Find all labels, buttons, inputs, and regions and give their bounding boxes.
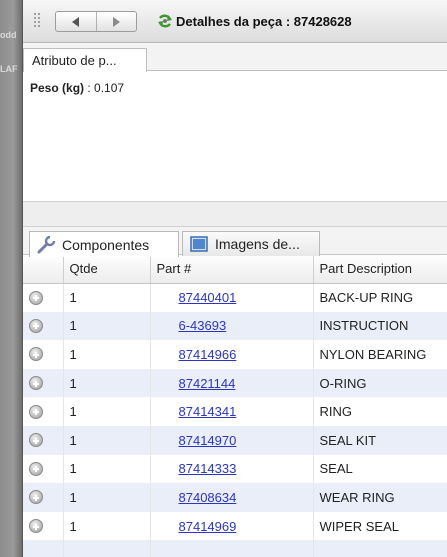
table-row[interactable]: 1 87414341 RING — [23, 397, 447, 426]
part-number-link[interactable]: 87414341 — [179, 404, 237, 419]
description-cell: RING — [313, 397, 447, 426]
qty-cell: 1 — [63, 397, 151, 426]
expand-icon[interactable] — [29, 461, 43, 476]
expand-icon[interactable] — [29, 490, 43, 505]
tab-attributes[interactable]: Atributo de p... — [23, 48, 147, 72]
tab-components[interactable]: Componentes — [29, 231, 179, 257]
background-drawing: odd LAF — [0, 0, 22, 557]
qty-cell: 1 — [63, 283, 151, 312]
refresh-icon[interactable] — [156, 12, 174, 30]
expand-icon[interactable] — [29, 404, 43, 419]
description-cell: WEAR RING — [313, 483, 447, 512]
back-button[interactable] — [56, 12, 96, 31]
part-details-panel: Detalhes da peça : 87428628 Atributo de … — [22, 0, 447, 557]
qty-cell: 1 — [63, 425, 151, 455]
qty-cell: 1 — [63, 511, 151, 541]
part-number-link[interactable]: 87440401 — [179, 290, 237, 305]
forward-button[interactable] — [95, 12, 137, 31]
table-header: Qtde Part # Part Description — [23, 255, 447, 284]
drag-handle[interactable] — [33, 12, 41, 28]
part-number-link[interactable]: 6-43693 — [179, 318, 227, 333]
tab-images-label: Imagens de... — [215, 236, 300, 252]
wrench-icon — [37, 235, 56, 253]
part-number-link[interactable]: 87414970 — [179, 433, 237, 448]
qty-cell: 1 — [63, 483, 151, 512]
backdrop-label: LAF — [0, 64, 18, 74]
attribute-tab-strip: Atributo de p... — [23, 43, 447, 72]
table-row[interactable]: 1 87408634 WEAR RING — [23, 483, 447, 512]
description-cell: O-RING — [313, 368, 447, 398]
title-bar: Detalhes da peça : 87428628 — [23, 0, 447, 43]
components-table: Qtde Part # Part Description 1 87440401 … — [23, 255, 447, 557]
part-number-link[interactable]: 87408634 — [179, 490, 237, 505]
table-row[interactable]: 1 87414333 SEAL — [23, 454, 447, 484]
description-cell: SEAL — [313, 454, 447, 484]
column-header-part[interactable]: Part # — [150, 255, 314, 284]
description-cell: NYLON BEARING — [313, 340, 447, 369]
expand-icon[interactable] — [29, 376, 43, 391]
part-number-link[interactable]: 87414969 — [179, 519, 237, 534]
expand-icon[interactable] — [29, 347, 43, 362]
description-cell: BACK-UP RING — [313, 283, 447, 312]
expand-icon[interactable] — [29, 318, 43, 333]
window-title: Detalhes da peça : 87428628 — [176, 14, 352, 29]
part-number-link[interactable]: 87414966 — [179, 347, 237, 362]
image-icon — [190, 236, 208, 252]
column-header-qty[interactable]: Qtde — [63, 255, 151, 284]
navigation-buttons — [55, 11, 137, 32]
qty-cell: 1 — [63, 368, 151, 398]
qty-cell: 1 — [63, 340, 151, 369]
description-cell: INSTRUCTION — [313, 311, 447, 341]
table-row[interactable]: 1 87421144 O-RING — [23, 368, 447, 398]
column-header-description[interactable]: Part Description — [313, 255, 447, 284]
weight-value: : 0.107 — [87, 81, 125, 95]
weight-unit: (kg) — [62, 81, 85, 95]
part-number-link[interactable]: 87414333 — [179, 461, 237, 476]
tab-components-label: Componentes — [62, 236, 150, 253]
table-row[interactable]: 1 87414966 NYLON BEARING — [23, 340, 447, 369]
column-header-expand[interactable] — [23, 255, 64, 284]
panel-splitter[interactable] — [23, 201, 447, 227]
qty-cell: 1 — [63, 454, 151, 484]
expand-icon[interactable] — [29, 519, 43, 534]
table-row[interactable]: 1 87440401 BACK-UP RING — [23, 283, 447, 312]
arrow-right-icon — [112, 16, 120, 27]
expand-icon[interactable] — [29, 290, 43, 305]
bottom-tab-strip: Componentes Imagens de... — [23, 227, 447, 257]
part-number-link[interactable]: 87421144 — [179, 376, 236, 391]
table-row[interactable]: 1 87414969 WIPER SEAL — [23, 511, 447, 541]
table-row[interactable]: 1 6-43693 INSTRUCTION — [23, 311, 447, 341]
arrow-left-icon — [72, 16, 80, 27]
table-row[interactable]: 1 87414970 SEAL KIT — [23, 425, 447, 455]
description-cell: WIPER SEAL — [313, 511, 447, 541]
expand-icon[interactable] — [29, 433, 43, 448]
attribute-content: Peso (kg) : 0.107 — [23, 71, 447, 201]
qty-cell: 1 — [63, 311, 151, 341]
tab-images[interactable]: Imagens de... — [182, 231, 320, 256]
weight-label: Peso — [30, 81, 59, 95]
description-cell: SEAL KIT — [313, 425, 447, 455]
backdrop-label: odd — [0, 30, 17, 40]
table-row-empty — [23, 540, 447, 557]
